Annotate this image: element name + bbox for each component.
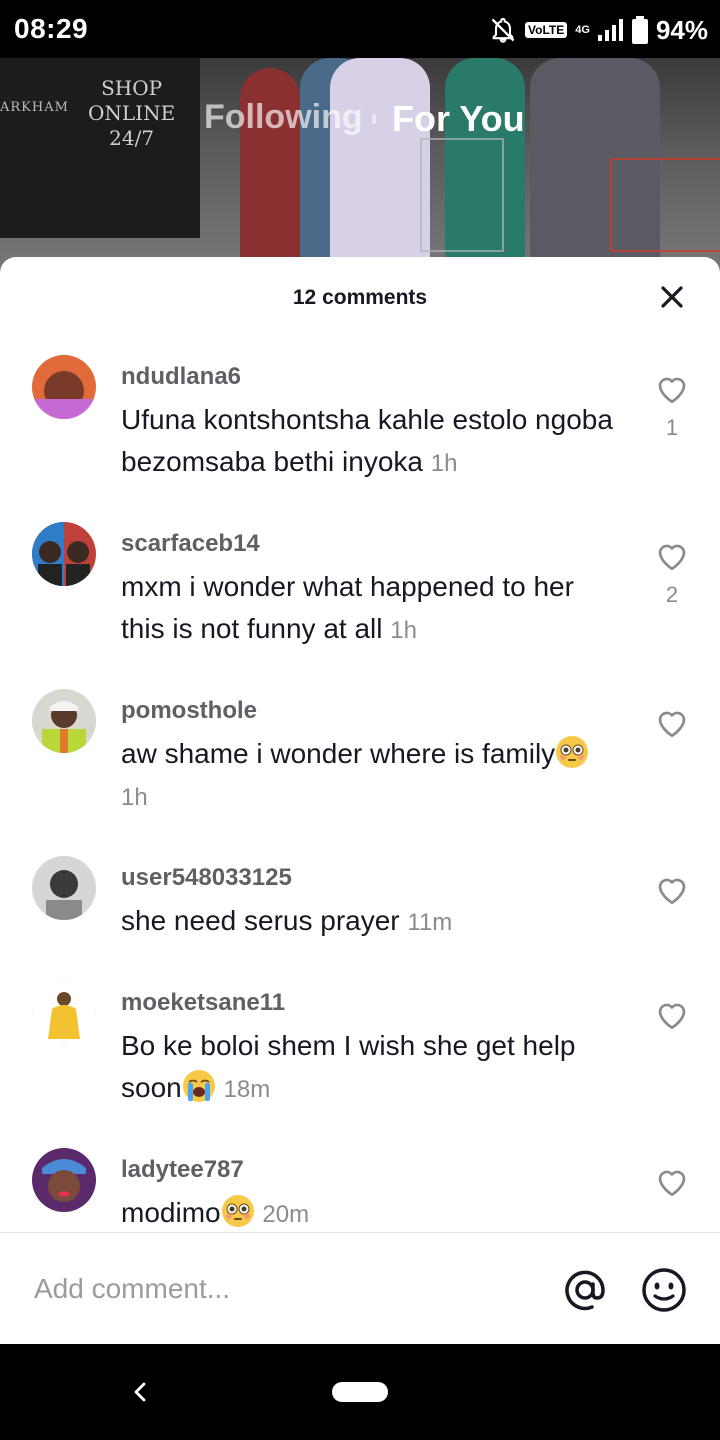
heart-outline-icon[interactable] <box>654 1164 690 1200</box>
heart-outline-icon[interactable] <box>654 872 690 908</box>
close-icon[interactable] <box>654 279 690 315</box>
status-icons: VoLTE 4G 94% <box>489 14 708 46</box>
comment-time: 11m <box>407 909 453 936</box>
battery-level: 94% <box>655 14 708 45</box>
comment-text: mxm i wonder what happened to her this i… <box>121 571 574 644</box>
battery-icon <box>631 16 648 44</box>
avatar[interactable] <box>32 856 96 920</box>
comments-header: 12 comments <box>0 257 720 337</box>
signal-icon <box>597 19 623 41</box>
avatar[interactable] <box>32 355 96 419</box>
comment-composer <box>0 1232 720 1344</box>
crying-face-emoji <box>182 1070 215 1102</box>
volte-indicator: VoLTE <box>525 22 568 38</box>
comment-text: Ufuna kontshontsha kahle estolo ngoba be… <box>121 404 613 477</box>
tab-following[interactable]: Following <box>204 98 363 137</box>
comments-sheet: 12 comments ndudlana6 Ufuna kontshontsha… <box>0 257 720 1344</box>
video-person <box>330 58 430 278</box>
comment-username[interactable]: scarfaceb14 <box>121 530 260 558</box>
avatar[interactable] <box>32 1148 96 1212</box>
status-time: 08:29 <box>14 13 89 44</box>
avatar[interactable] <box>32 689 96 753</box>
comment-item: ladytee787 modimo 20m <box>0 1132 720 1231</box>
like-count: 2 <box>665 582 679 607</box>
comment-time: 18m <box>223 1076 271 1103</box>
comment-text: she need serus prayer 11m <box>121 905 453 936</box>
avatar[interactable] <box>32 522 96 586</box>
home-pill[interactable] <box>332 1382 388 1402</box>
comment-time: 1h <box>430 450 458 477</box>
comment-text: aw shame i wonder where is family 1h <box>121 733 621 819</box>
comment-text: Bo ke boloi shem I wish she get help soo… <box>121 1030 576 1103</box>
comment-username[interactable]: user548033125 <box>121 864 292 892</box>
heart-outline-icon[interactable] <box>654 371 690 407</box>
heart-outline-icon[interactable] <box>654 705 690 741</box>
comment-time: 1h <box>121 784 148 811</box>
heart-outline-icon[interactable] <box>654 538 690 574</box>
comment-username[interactable]: moeketsane11 <box>121 989 285 1017</box>
comment-time: 1h <box>390 617 417 644</box>
flushed-face-emoji <box>221 1195 254 1227</box>
avatar[interactable] <box>32 981 96 1045</box>
video-background[interactable]: ARKHAM SHOP ONLINE 24/7 Following For Yo… <box>0 58 720 278</box>
tab-divider <box>372 114 376 124</box>
add-comment-input[interactable] <box>32 1253 536 1325</box>
system-nav-bar <box>0 1344 720 1440</box>
network-type: 4G <box>575 24 590 36</box>
comment-item: ndudlana6 Ufuna kontshontsha kahle estol… <box>0 339 720 507</box>
comment-list[interactable]: ndudlana6 Ufuna kontshontsha kahle estol… <box>0 339 720 1231</box>
comments-count-title: 12 comments <box>292 286 428 309</box>
at-sign-icon[interactable] <box>562 1267 608 1313</box>
comment-item: pomosthole aw shame i wonder where is fa… <box>0 673 720 841</box>
comment-time: 20m <box>262 1201 310 1228</box>
comment-item: moeketsane11 Bo ke boloi shem I wish she… <box>0 965 720 1133</box>
notifications-muted-icon <box>491 17 515 43</box>
comment-text: modimo 20m <box>121 1192 621 1231</box>
comment-username[interactable]: ladytee787 <box>121 1156 244 1184</box>
heart-outline-icon[interactable] <box>654 997 690 1033</box>
comment-username[interactable]: pomosthole <box>121 697 257 725</box>
video-cart <box>610 158 720 252</box>
smiley-icon[interactable] <box>641 1267 687 1313</box>
status-bar: 08:29 VoLTE 4G 94% <box>0 0 720 58</box>
comment-item: scarfaceb14 mxm i wonder what happened t… <box>0 506 720 674</box>
tab-for-you[interactable]: For You <box>392 98 525 140</box>
flushed-face-emoji <box>556 736 589 768</box>
comment-item: user548033125 she need serus prayer 11m <box>0 840 720 966</box>
sign-left-text: ARKHAM <box>0 100 69 115</box>
back-chevron-icon[interactable] <box>126 1378 154 1406</box>
video-cart <box>420 138 504 252</box>
like-count: 1 <box>665 415 679 440</box>
comment-username[interactable]: ndudlana6 <box>121 363 241 391</box>
sign-text: SHOP ONLINE 24/7 <box>88 76 176 150</box>
